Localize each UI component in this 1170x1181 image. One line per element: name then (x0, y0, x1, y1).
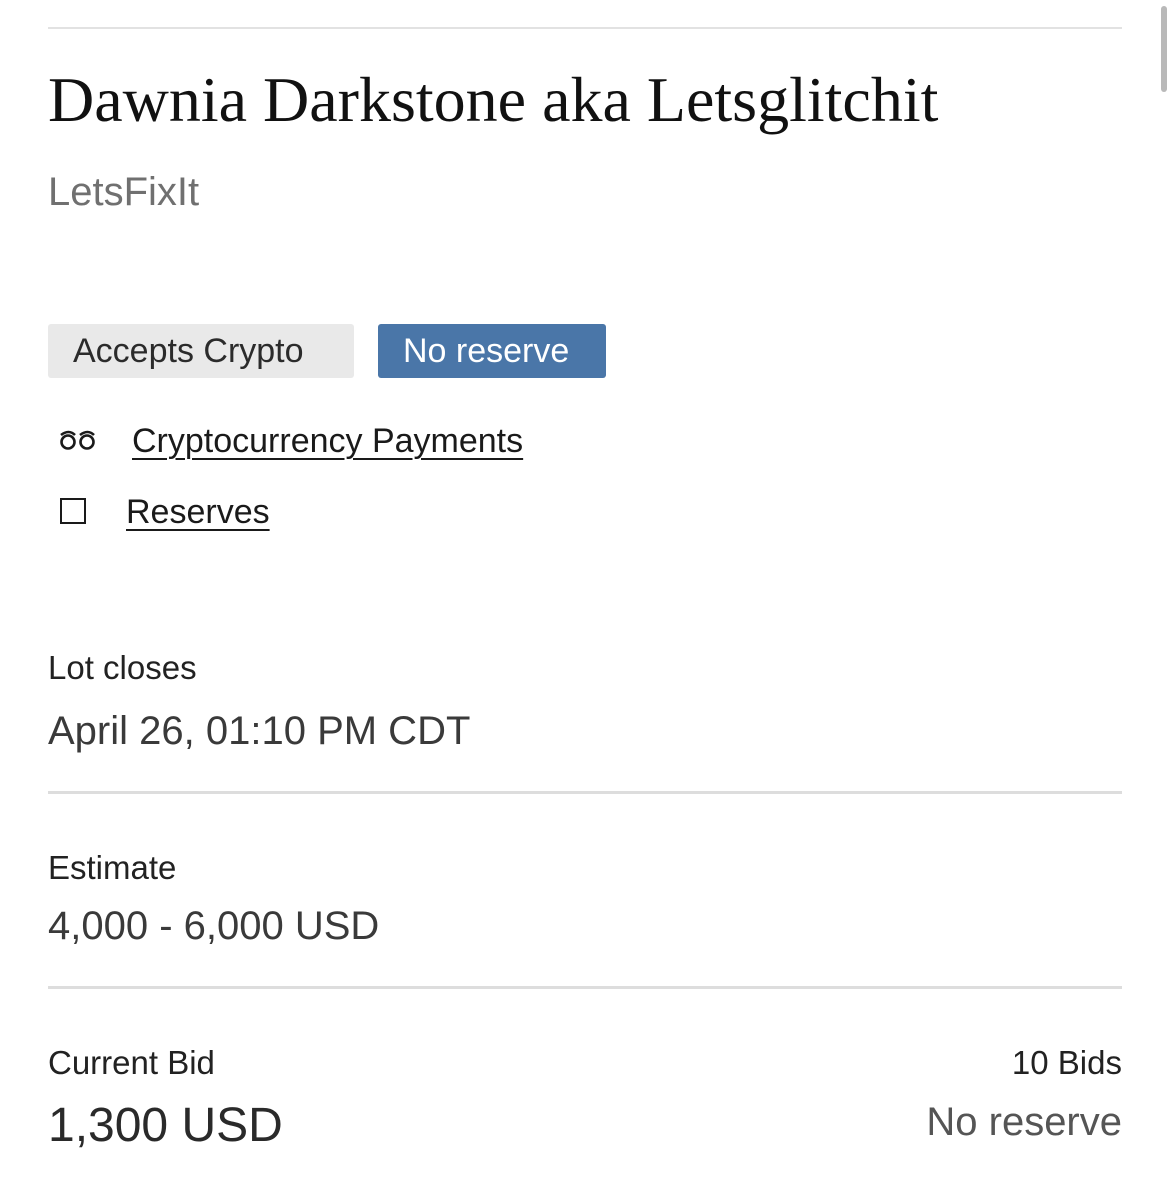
page-scrollbar[interactable] (1156, 0, 1170, 1181)
estimate-label: Estimate (48, 849, 177, 886)
top-divider (48, 27, 1122, 29)
no-reserve-badge: No reserve (378, 324, 606, 378)
reserve-status: No reserve (926, 1100, 1122, 1144)
current-bid-value: 1,300 USD (48, 1099, 283, 1152)
square-outline-icon (60, 490, 90, 534)
estimate-value: 4,000 - 6,000 USD (48, 904, 380, 948)
artist-name[interactable]: LetsFixIt (48, 166, 199, 218)
bids-count[interactable]: 10 Bids (1012, 1042, 1122, 1084)
lot-detail-panel: Dawnia Darkstone aka Letsglitchit LetsFi… (48, 0, 1122, 1181)
crypto-symbol-icon (58, 419, 98, 463)
scrollbar-thumb[interactable] (1161, 6, 1167, 92)
accepts-crypto-badge: Accepts Crypto (48, 324, 354, 378)
lot-title: Dawnia Darkstone aka Letsglitchit (48, 64, 939, 135)
lot-closes-value: April 26, 01:10 PM CDT (48, 709, 471, 753)
lot-closes-label: Lot closes (48, 649, 197, 686)
current-bid-label: Current Bid (48, 1044, 215, 1081)
section-divider (48, 986, 1122, 989)
square-outline-shape (60, 498, 86, 524)
reserves-link[interactable]: Reserves (126, 490, 270, 534)
section-divider (48, 791, 1122, 794)
crypto-payments-link[interactable]: Cryptocurrency Payments (132, 419, 523, 463)
